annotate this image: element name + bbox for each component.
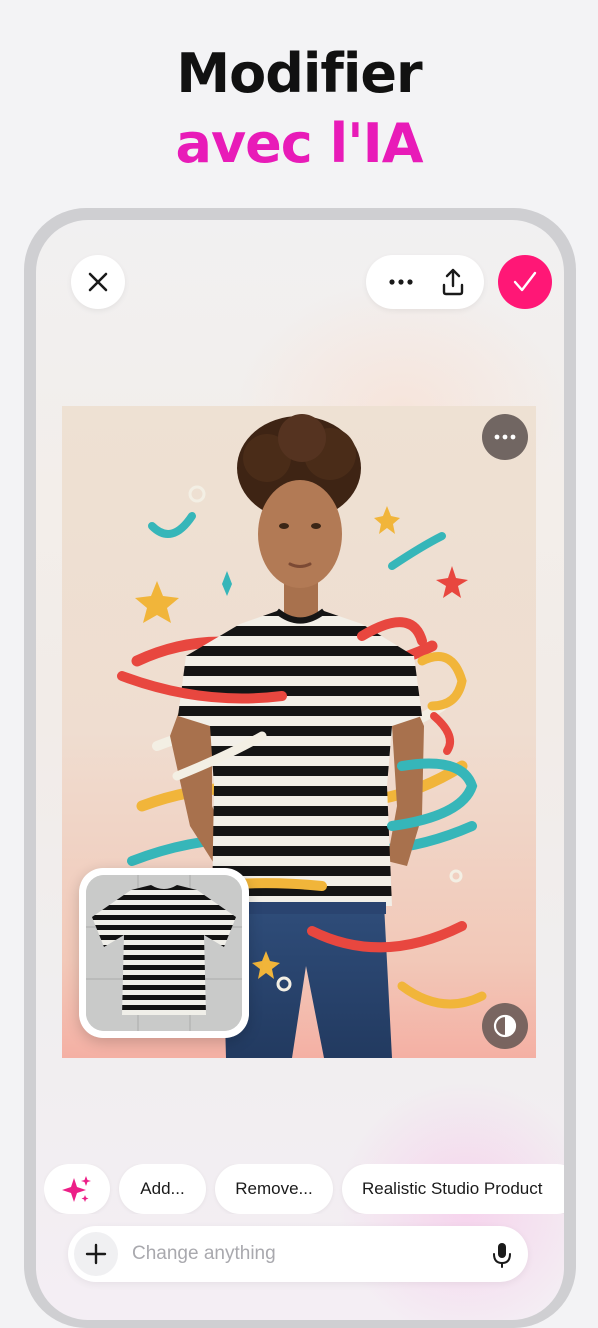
reference-image xyxy=(86,875,242,1031)
headline-subtitle: avec l'IA xyxy=(175,112,424,175)
share-icon xyxy=(442,268,464,296)
plus-icon xyxy=(85,1243,107,1265)
suggestion-chip-remove[interactable]: Remove... xyxy=(215,1164,333,1214)
ai-suggest-button[interactable] xyxy=(44,1164,110,1214)
close-icon xyxy=(88,272,108,292)
prompt-input-bar[interactable]: Change anything xyxy=(68,1226,528,1282)
suggestion-chips: Add... Remove... Realistic Studio Produc… xyxy=(44,1164,564,1214)
prompt-input[interactable]: Change anything xyxy=(132,1226,276,1282)
compare-button[interactable] xyxy=(482,1003,528,1049)
mic-button[interactable] xyxy=(484,1236,520,1272)
photo-more-button[interactable] xyxy=(482,414,528,460)
app-screen: Add... Remove... Realistic Studio Produc… xyxy=(36,220,564,1320)
mic-icon xyxy=(493,1243,511,1268)
headline-title: Modifier xyxy=(176,42,422,105)
phone-frame: Add... Remove... Realistic Studio Produc… xyxy=(24,208,576,1328)
sparkle-icon xyxy=(62,1176,91,1202)
reference-thumbnail[interactable] xyxy=(79,868,249,1038)
more-horizontal-icon xyxy=(494,434,516,440)
actions-pill xyxy=(366,255,484,309)
suggestion-chip-realistic-studio[interactable]: Realistic Studio Product xyxy=(342,1164,564,1214)
check-icon xyxy=(513,271,537,292)
close-button[interactable] xyxy=(71,255,125,309)
share-button[interactable] xyxy=(430,255,476,309)
tshirt-photo xyxy=(86,875,242,1031)
attach-button[interactable] xyxy=(74,1232,118,1276)
suggestion-chip-add[interactable]: Add... xyxy=(119,1164,206,1214)
more-horizontal-icon xyxy=(389,279,413,285)
confirm-button[interactable] xyxy=(498,255,552,309)
compare-icon xyxy=(493,1014,517,1038)
more-options-button[interactable] xyxy=(378,255,424,309)
